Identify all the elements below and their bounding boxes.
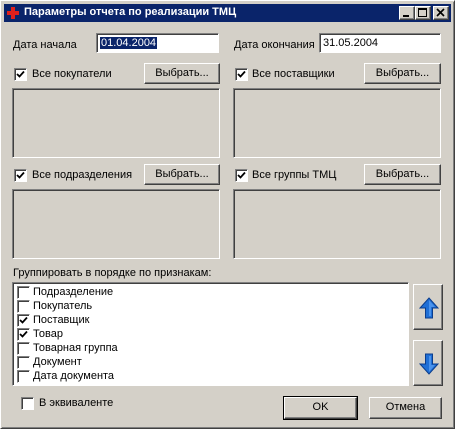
list-item-label: Дата документа [33,370,115,382]
checkmark-icon [19,316,28,324]
grouping-checkbox[interactable] [17,286,30,299]
checkmark-icon [16,171,25,179]
close-icon [436,8,445,17]
grouping-checkbox[interactable] [17,342,30,355]
red-cross-icon [7,7,19,19]
grouping-label: Группировать в порядке по признакам: [13,267,212,279]
end-date-value: 31.05.2004 [323,37,379,49]
all-groups-label: Все группы ТМЦ [252,169,337,181]
departments-list-panel [12,189,220,259]
checkmark-icon [19,330,28,338]
start-date-value: 01.04.2004 [100,37,158,49]
grouping-checkbox[interactable] [17,356,30,369]
list-item-label: Поставщик [33,314,90,326]
grouping-checkbox[interactable] [17,328,30,341]
move-up-button[interactable] [413,284,443,330]
groups-list-panel [233,189,441,259]
select-suppliers-button[interactable]: Выбрать... [364,63,441,84]
end-date-label: Дата окончания [234,39,315,51]
all-suppliers-checkbox[interactable] [235,68,248,81]
select-departments-button[interactable]: Выбрать... [144,164,220,185]
select-groups-button[interactable]: Выбрать... [364,164,441,185]
grouping-checkbox[interactable] [17,314,30,327]
equivalent-label: В эквиваленте [39,397,114,409]
list-item-label: Подразделение [33,286,114,298]
ok-button[interactable]: OK [283,396,358,420]
maximize-icon [418,8,427,17]
arrow-up-icon [419,297,439,319]
window-title: Параметры отчета по реализации ТМЦ [24,6,237,18]
list-item-label: Покупатель [33,300,93,312]
title-bar[interactable]: Параметры отчета по реализации ТМЦ [4,4,451,22]
arrow-down-icon [419,353,439,375]
checkmark-icon [237,70,246,78]
start-date-label: Дата начала [13,39,77,51]
cancel-button[interactable]: Отмена [369,397,442,419]
equivalent-checkbox[interactable] [21,397,34,410]
all-departments-label: Все подразделения [32,169,133,181]
minimize-button[interactable] [399,6,415,20]
checkmark-icon [16,70,25,78]
buyers-list-panel [12,88,220,158]
list-item-label: Документ [33,356,82,368]
all-buyers-checkbox[interactable] [14,68,27,81]
grouping-checklist[interactable]: Подразделение Покупатель Поставщик Товар… [12,282,409,386]
select-buyers-button[interactable]: Выбрать... [144,63,220,84]
dialog-window: Параметры отчета по реализации ТМЦ Дата … [0,0,455,429]
move-down-button[interactable] [413,340,443,386]
list-item-label: Товарная группа [33,342,118,354]
all-buyers-label: Все покупатели [32,68,112,80]
all-suppliers-label: Все поставщики [252,68,335,80]
maximize-button[interactable] [415,6,431,20]
checkmark-icon [237,171,246,179]
end-date-field[interactable]: 31.05.2004 [319,33,441,53]
all-departments-checkbox[interactable] [14,169,27,182]
minimize-icon [403,15,409,17]
all-groups-checkbox[interactable] [235,169,248,182]
start-date-field[interactable]: 01.04.2004 [96,33,219,53]
grouping-checkbox[interactable] [17,300,30,313]
suppliers-list-panel [233,88,441,158]
grouping-checkbox[interactable] [17,370,30,383]
list-item-label: Товар [33,328,63,340]
close-button[interactable] [433,6,449,20]
